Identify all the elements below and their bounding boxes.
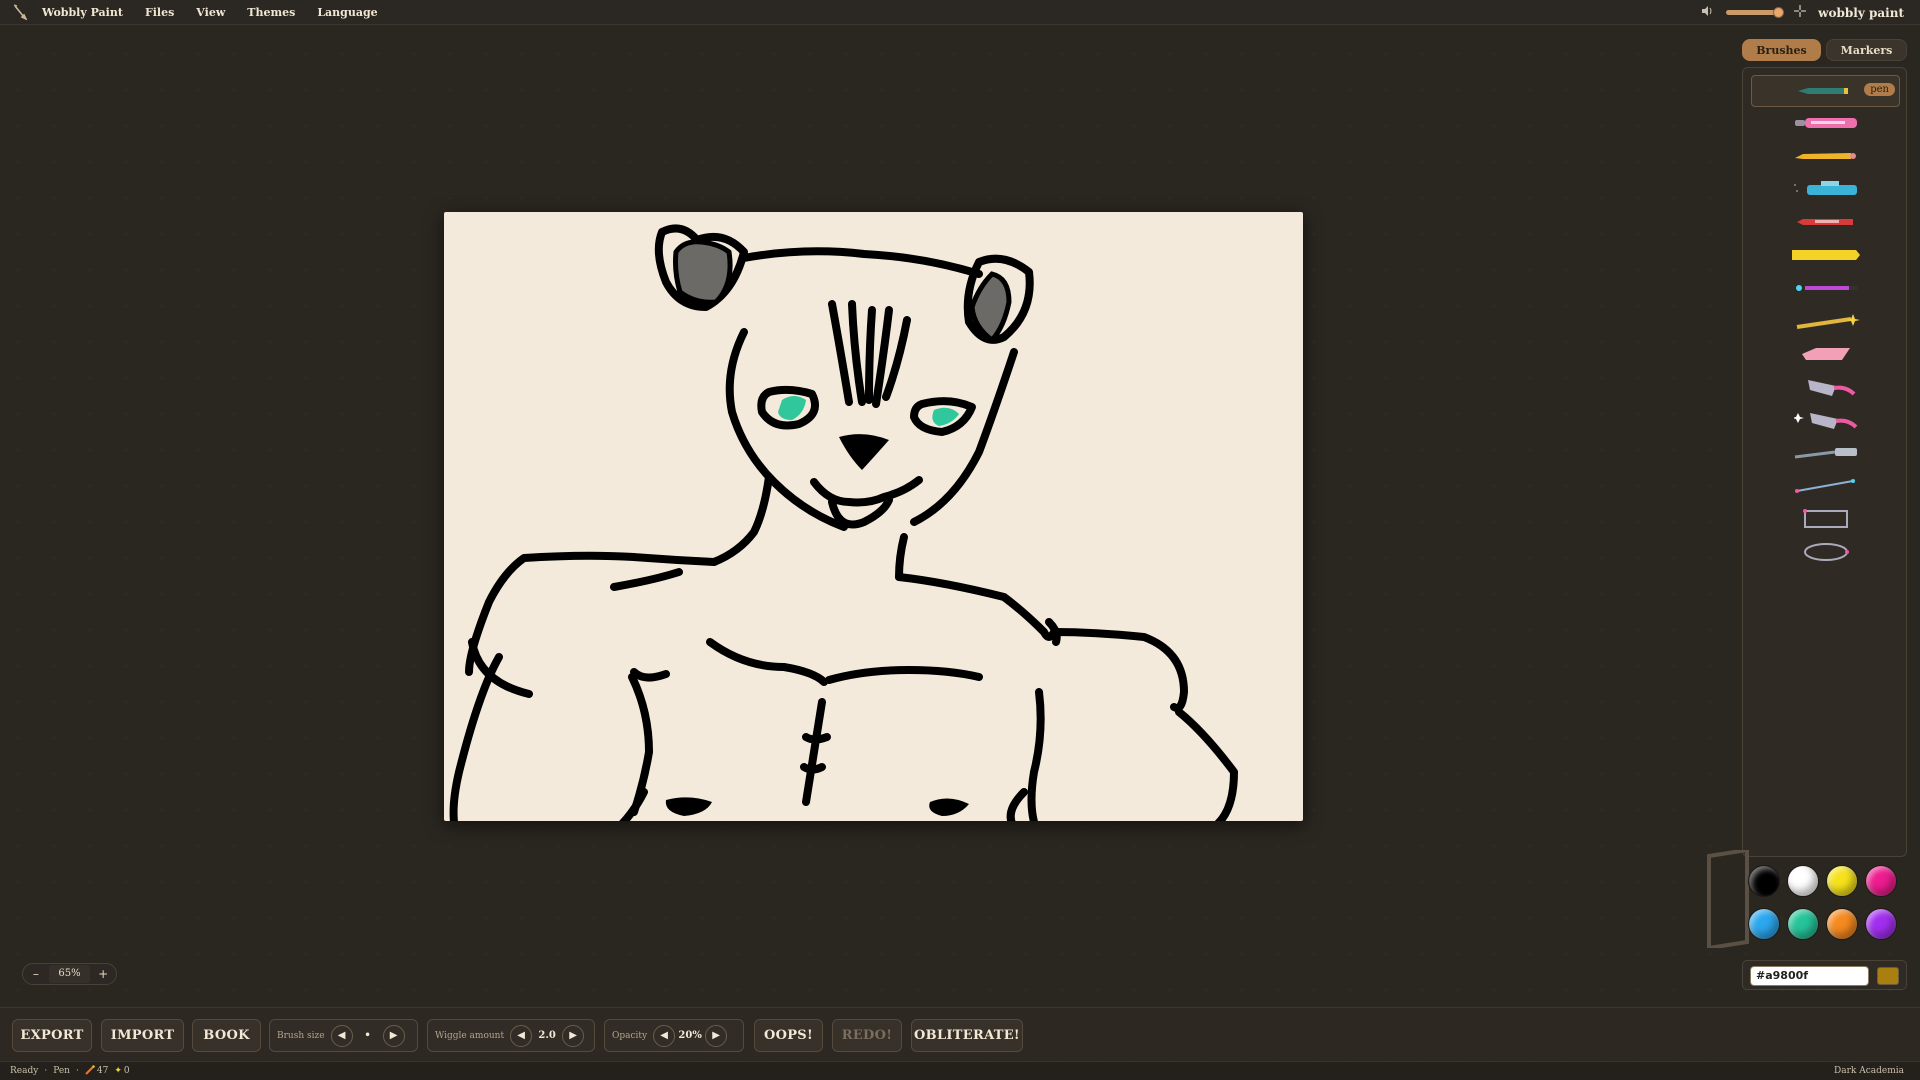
stroke-count: 47 [96,1066,109,1076]
red-marker-tool[interactable] [1751,207,1900,237]
swatch-yellow[interactable] [1826,865,1858,897]
eraser-icon [1801,348,1850,360]
opacity-stepper: Opacity ◀ 20% ▶ [604,1019,744,1052]
status-state: Ready [10,1066,39,1076]
status-tool: Pen [53,1066,70,1076]
spray-marker-icon [1793,181,1857,195]
highlighter-tool[interactable] [1751,240,1900,270]
sparkle-wand-icon [1796,314,1860,329]
menu-bar: Wobbly Paint Files View Themes Language … [0,0,1920,25]
volume-slider[interactable] [1726,7,1785,18]
menu-view[interactable]: View [185,6,236,19]
color-swatches [1742,865,1907,945]
opacity-label: Opacity [612,1030,648,1041]
zoom-out-button[interactable]: – [23,967,49,981]
import-button[interactable]: IMPORT [101,1019,184,1052]
pencil-tool[interactable] [1751,141,1900,171]
glow-pen-icon [1795,285,1857,291]
zoom-in-button[interactable]: + [90,967,116,981]
swatch-orange[interactable] [1826,908,1858,940]
current-color-swatch[interactable] [1877,967,1899,985]
tab-markers[interactable]: Markers [1826,39,1907,61]
brush-logo-icon [12,4,28,20]
tools-panel: pen [1742,67,1907,857]
wiggle-stepper: Wiggle amount ◀ 2.0 ▶ [427,1019,595,1052]
opacity-increase-icon[interactable]: ▶ [705,1024,728,1047]
status-bar: Ready · Pen · 47 ✦ 0 Dark Academia [0,1061,1920,1080]
app-title: Wobbly Paint [42,5,123,19]
sparkle-count-icon: ✦ [114,1066,122,1076]
menu-files[interactable]: Files [134,6,185,19]
brush-size-decrease-icon[interactable]: ◀ [330,1024,353,1047]
swatch-white[interactable] [1787,865,1819,897]
wiggle-label: Wiggle amount [435,1030,505,1041]
zoom-control: – 65% + [22,963,117,985]
brush-tool[interactable] [1751,438,1900,468]
menu-language[interactable]: Language [306,6,388,19]
spray-marker-tool[interactable] [1751,174,1900,204]
rectangle-icon [1802,509,1848,528]
brush-size-value: • [364,1030,371,1041]
undo-button[interactable]: OOPS! [754,1019,823,1052]
swatch-pink[interactable] [1865,865,1897,897]
line-tool[interactable] [1751,471,1900,501]
brand-label: wobbly paint [1818,5,1904,20]
brush-size-stepper: Brush size ◀ • ▶ [269,1019,418,1052]
smudge-eraser-tool[interactable] [1751,372,1900,402]
pen-tool[interactable]: pen [1751,75,1900,107]
book-button[interactable]: BOOK [192,1019,261,1052]
ellipse-tool[interactable] [1751,537,1900,567]
bottom-toolbar: EXPORT IMPORT BOOK Brush size ◀ • ▶ Wigg… [0,1007,1920,1060]
tab-brushes[interactable]: Brushes [1742,39,1821,61]
swatch-teal[interactable] [1787,908,1819,940]
pink-marker-tool[interactable] [1751,108,1900,138]
ellipse-icon [1803,543,1849,561]
volume-knob[interactable] [1773,7,1785,18]
eraser-tool[interactable] [1751,339,1900,369]
status-theme: Dark Academia [1834,1066,1904,1076]
drawing [449,224,1238,821]
swatch-black[interactable] [1748,865,1780,897]
sparkle-eraser-icon [1793,413,1857,429]
wiggle-value: 2.0 [538,1030,556,1041]
export-button[interactable]: EXPORT [12,1019,92,1052]
sparkle-wand-tool[interactable] [1751,306,1900,336]
sparkle-count: 0 [123,1066,130,1076]
hex-color-row: #a9800f [1742,960,1907,990]
swatch-purple[interactable] [1865,908,1897,940]
speaker-icon[interactable] [1701,5,1714,20]
red-marker-icon [1796,219,1853,225]
swatch-blue[interactable] [1748,908,1780,940]
clear-canvas-button[interactable]: OBLITERATE! [911,1019,1023,1052]
highlighter-icon [1791,250,1860,260]
sparkle-cursor-icon[interactable] [1794,5,1807,20]
brush-icon [1794,448,1857,459]
pencil-icon [1794,153,1856,159]
hex-color-input[interactable]: #a9800f [1750,966,1869,986]
brush-size-label: Brush size [277,1030,325,1041]
status-separator: · [44,1066,48,1076]
opacity-decrease-icon[interactable]: ◀ [653,1024,676,1047]
redo-button[interactable]: REDO! [832,1019,902,1052]
opacity-value: 20% [678,1030,702,1041]
drawing-canvas[interactable] [444,212,1303,821]
menu-themes[interactable]: Themes [236,6,306,19]
pink-marker-icon [1794,118,1857,128]
stroke-count-icon [85,1064,95,1078]
smudge-eraser-icon [1807,380,1855,396]
wiggle-increase-icon[interactable]: ▶ [562,1024,585,1047]
tool-tabs: Brushes Markers [1742,39,1907,61]
glow-pen-tool[interactable] [1751,273,1900,303]
wiggle-decrease-icon[interactable]: ◀ [510,1024,533,1047]
selected-tool-badge: pen [1864,83,1895,96]
brush-size-increase-icon[interactable]: ▶ [382,1024,405,1047]
status-separator: · [75,1066,79,1076]
rectangle-tool[interactable] [1751,504,1900,534]
pen-icon [1797,88,1848,94]
zoom-level: 65% [48,965,91,983]
line-icon [1794,479,1855,493]
sparkle-eraser-tool[interactable] [1751,405,1900,435]
